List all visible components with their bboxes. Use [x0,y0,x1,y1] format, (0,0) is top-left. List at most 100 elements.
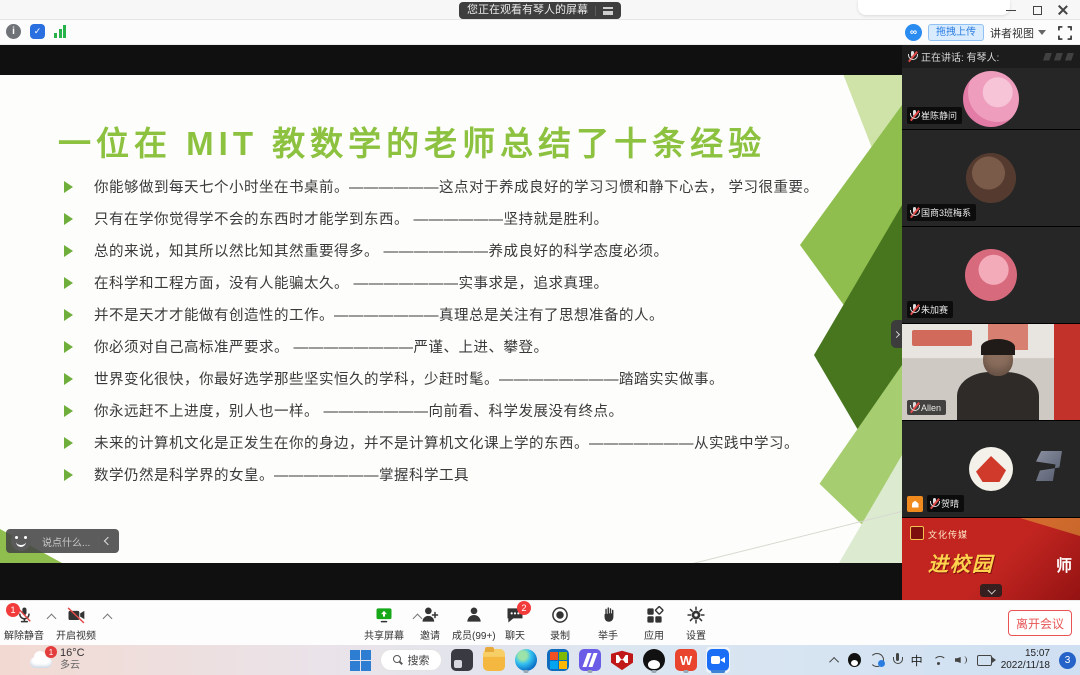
tray-mic-icon[interactable] [893,653,902,667]
purple-app-icon [579,649,601,671]
microsoft-store-icon [547,649,569,671]
taskbar-mcafee[interactable] [610,647,634,673]
chat-badge: 2 [517,601,531,615]
folder-icon [483,649,505,671]
slide-bullet: 未来的计算机文化是正发生在你的身边，并不是计算机文化课上学的东西。———————… [58,433,848,455]
taskbar-tencent-meeting[interactable] [706,647,730,673]
watching-screen-label: 您正在观看有琴人的屏幕 [467,2,588,19]
share-options-icon[interactable] [603,7,613,15]
scroll-participants-button[interactable] [980,584,1002,597]
mcafee-shield-icon [611,649,633,671]
windows-taskbar: 1 16°C 多云 搜索 [0,645,1080,675]
muted-mic-icon [910,110,918,121]
quick-chat-bar: 说点什么... [6,529,119,553]
tray-expand-chevron[interactable] [829,656,839,666]
participant-tile[interactable]: 朱加赛 [902,227,1080,324]
record-button[interactable]: 录制 [550,605,570,642]
raise-hand-button[interactable]: 举手 [598,605,618,642]
members-icon [464,605,484,625]
participant-name-pill: Allen [907,400,946,415]
start-video-button[interactable]: 开启视频 [56,605,96,642]
bullet-marker-icon [64,373,73,385]
taskbar-center: 搜索 [348,647,730,673]
tencent-meeting-icon [707,649,729,671]
network-signal-icon [54,25,66,38]
speaking-label: 正在讲话: 有琴人: [921,49,1038,64]
drag-upload-button[interactable]: 拖拽上传 [928,24,984,41]
slide-bullet: 在科学和工程方面，没有人能骗太久。 ———————实事求是，追求真理。 [58,273,848,295]
participant-name-pill: 朱加赛 [907,301,953,318]
hand-raised-badge [907,496,923,512]
banner-logo [910,526,924,540]
taskbar-app-dark[interactable] [450,647,474,673]
invite-button[interactable]: 邀请 [420,605,440,642]
members-button[interactable]: 成员(99+) [452,605,496,642]
unmute-button[interactable]: 解除静音 1 [4,605,44,642]
chat-button[interactable]: 聊天 2 [505,605,525,642]
bullet-marker-icon [64,277,73,289]
view-mode-label: 讲者视图 [990,25,1034,41]
qq-penguin-icon [643,649,665,671]
taskbar-search[interactable]: 搜索 [380,649,442,671]
system-tray: 中 15:07 2022/11/18 3 [832,645,1076,675]
view-mode-dropdown[interactable]: 讲者视图 [990,25,1046,41]
info-icon[interactable]: i [6,24,21,39]
tray-sync-icon[interactable] [870,653,884,667]
collapse-chatbar-button[interactable] [99,531,117,551]
slide-bullet-list: 你能够做到每天七个小时坐在书桌前。——————这点对于养成良好的学习习惯和静下心… [58,177,848,497]
wps-icon [675,649,697,671]
mic-options-chevron[interactable] [47,614,57,624]
weather-widget[interactable]: 1 16°C 多云 [30,647,85,671]
taskbar-edge[interactable] [514,647,538,673]
wifi-icon[interactable] [932,655,946,666]
s-logo-watermark [1036,451,1062,481]
chevron-left-icon [104,537,112,545]
taskbar-wps[interactable] [674,647,698,673]
volume-icon[interactable] [955,654,968,666]
taskbar-qq[interactable] [642,647,666,673]
participant-tile[interactable]: Allen [902,324,1080,421]
participant-video [957,342,1037,421]
participant-tile[interactable]: 文化传媒 进校园 师 [902,518,1080,600]
share-screen-button[interactable]: 共享屏幕 [364,605,404,642]
minimize-button[interactable] [998,0,1024,20]
watermark-logo [1043,53,1074,61]
apps-button[interactable]: 应用 [644,605,664,642]
shared-screen-area: 一位在 MIT 教数学的老师总结了十条经验 你能够做到每天七个小时坐在书桌前。—… [0,45,902,600]
participant-tile[interactable]: 国商3班梅系 [902,130,1080,227]
start-button[interactable] [348,647,372,673]
sidebar-collapse-tab[interactable] [891,320,902,348]
security-shield-icon[interactable]: ✓ [30,24,45,39]
tray-camera-icon[interactable] [977,655,992,666]
taskbar-file-explorer[interactable] [482,647,506,673]
cloud-upload-icon[interactable]: ∞ [905,24,922,41]
taskbar-purple-app[interactable] [578,647,602,673]
emoji-icon[interactable] [11,531,31,551]
avatar [966,153,1016,203]
speaking-indicator-bar: 正在讲话: 有琴人: [902,45,1080,68]
meeting-toolbar: 解除静音 1 开启视频 共享屏幕 邀请 成员 [0,600,1080,645]
participant-tile[interactable]: 贺晴 [902,421,1080,518]
chat-quick-input[interactable]: 说点什么... [34,534,98,549]
slide-bullet: 数学仍然是科学界的女皇。———————掌握科学工具 [58,465,848,487]
avatar [965,249,1017,301]
slide-bullet: 你必须对自己高标准严要求。 ————————严谨、上进、攀登。 [58,337,848,359]
fullscreen-icon[interactable] [1058,26,1072,40]
banner-ribbon [1020,518,1080,536]
camera-off-icon [65,605,87,625]
minimize-icon [1006,10,1016,11]
settings-button[interactable]: 设置 [686,605,706,642]
restore-button[interactable] [1024,0,1050,20]
leave-meeting-button[interactable]: 离开会议 [1008,610,1072,636]
participant-tile[interactable]: 崔陈静问 [902,68,1080,130]
video-options-chevron[interactable] [103,614,113,624]
window-titlebar: 您正在观看有琴人的屏幕 [0,0,1080,20]
taskbar-store[interactable] [546,647,570,673]
clock-time: 15:07 [1001,648,1050,661]
ime-indicator[interactable]: 中 [911,652,923,669]
taskbar-clock[interactable]: 15:07 2022/11/18 [1001,648,1050,673]
close-button[interactable] [1050,0,1076,20]
tray-qq-icon[interactable] [848,653,861,667]
notification-badge[interactable]: 3 [1059,652,1076,669]
video-background-banner [1054,324,1080,421]
